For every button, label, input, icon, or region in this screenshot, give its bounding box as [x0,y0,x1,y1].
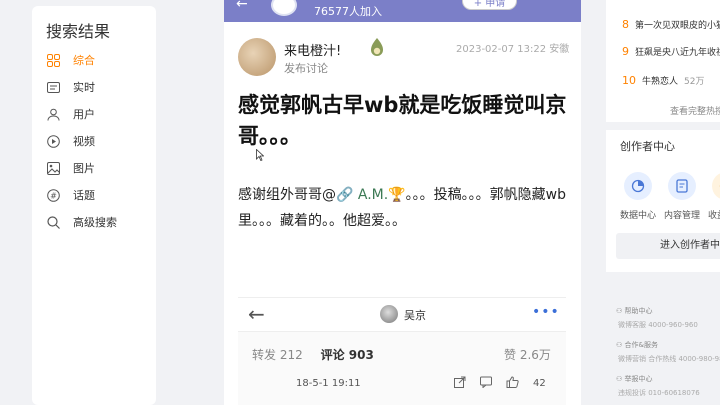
sidebar-item-label: 高级搜索 [73,216,117,229]
svg-text:#: # [50,191,57,200]
creator-item-label[interactable]: 数据中心 [620,208,656,221]
hot-heat: 52万 [684,77,705,87]
hot-text: 狂飙是央八近九年收视 [635,48,720,58]
sidebar-item-realtime[interactable]: 实时 [46,77,95,97]
sidebar-item-label: 图片 [73,162,95,175]
sidebar-item-advanced-search[interactable]: 高级搜索 [46,212,117,232]
back-arrow-icon[interactable]: ← [236,0,248,12]
embed-repost-tab: 转发 212 [252,348,303,362]
footer-title-text: 合作&服务 [624,341,658,349]
money-icon[interactable] [712,172,720,200]
sidebar-item-users[interactable]: 用户 [46,104,95,124]
post-body-pre: 感谢组外哥哥@ [238,187,336,203]
medal-badge-icon [368,37,386,59]
hot-search-row[interactable]: 9 狂飙是央八近九年收视 [622,45,720,58]
footer-links: ⚇ 帮助中心 微博客服 4000-960-960 ⚇ 合作&服务 微博营销 合作… [606,296,720,405]
help-icon: ⚇ [616,307,625,315]
embed-header: ← 吴京 ••• [238,298,566,332]
join-button[interactable]: + 申请 [462,0,517,10]
post-datetime: 2023-02-07 13:22 安徽 [456,44,570,55]
document-icon[interactable] [668,172,696,200]
footer-title-text: 帮助中心 [624,307,653,315]
hashtag-icon: # [46,188,60,202]
embed-avatar [380,305,398,323]
hot-search-more-link[interactable]: 查看完整热搜 [670,104,720,117]
cooperation-icon: ⚇ [616,341,625,349]
post-headline: 感觉郭帆古早wb就是吃饭睡觉叫京哥。。。 [238,93,567,148]
sidebar-item-images[interactable]: 图片 [46,158,95,178]
sidebar-title: 搜索结果 [46,22,111,41]
footer-section-sub[interactable]: 违规投诉 010-60618076 [618,388,700,398]
image-icon [46,161,60,175]
group-logo [271,0,297,16]
post-body: 感谢组外哥哥@🔗 A.M.🏆。。。投稿。。。郭帆隐藏wb里。。。藏着的。。他超爱… [238,182,572,234]
list-icon [46,80,60,94]
footer-section-title[interactable]: ⚇ 举报中心 [616,374,653,384]
hot-search-row[interactable]: 8 第一次见双眼皮的小猫 [622,18,720,31]
back-arrow-icon: ← [248,302,265,326]
sidebar-item-overall[interactable]: 综合 [46,50,95,70]
embed-date: 18-5-1 19:11 [296,378,361,389]
hot-rank: 8 [622,18,629,31]
more-icon: ••• [532,304,560,320]
sidebar-item-label: 用户 [73,108,95,121]
group-header: ← 76577人加入 + 申请 [224,0,581,22]
creator-item-label[interactable]: 收益 [708,208,720,221]
post-subline: 发布讨论 [284,62,328,75]
group-member-count: 76577人加入 [314,5,382,18]
embed-actions: 42 [454,376,546,391]
embed-tabs: 转发 212 评论 903 [252,346,388,363]
creator-item-label[interactable]: 内容管理 [664,208,700,221]
report-icon: ⚇ [616,375,625,383]
mention-link[interactable]: 🔗 A.M.🏆 [336,187,406,203]
pie-chart-icon[interactable] [624,172,652,200]
comment-icon [480,376,492,391]
footer-section-sub[interactable]: 微博营销 合作热线 4000-980-980 [618,354,720,364]
grid-icon [46,53,60,67]
sidebar-item-label: 综合 [73,54,95,67]
mouse-cursor-icon [256,146,265,162]
creator-center-panel: 创作者中心 数据中心 内容管理 收益 进入创作者中心 [606,130,720,272]
share-icon [454,376,466,391]
search-icon [46,215,60,229]
like-icon [506,376,519,391]
embed-author-name: 吴京 [404,309,426,322]
sidebar-item-label: 视频 [73,135,95,148]
trophy-icon: 🏆 [388,187,406,203]
enter-creator-center-button[interactable]: 进入创作者中心 [616,233,720,259]
video-icon [46,134,60,148]
embed-comment-tab: 评论 903 [320,348,374,362]
sidebar-item-label: 话题 [73,189,95,202]
hot-search-row[interactable]: 10 牛熟恋人 52万 [622,74,704,87]
like-count: 42 [533,378,546,389]
hot-search-panel: 8 第一次见双眼皮的小猫 9 狂飙是央八近九年收视 10 牛熟恋人 52万 查看完整热搜 [606,0,720,122]
hot-rank: 9 [622,45,629,58]
embedded-screenshot: ← 吴京 ••• 转发 212 评论 903 赞 2.6万 18-5-1 19:… [238,297,566,405]
search-sidebar: 搜索结果 综合 实时 用户 视频 图片 # 话题 高级搜索 [32,6,156,405]
mention-text: A.M. [357,187,389,203]
footer-section-sub[interactable]: 微博客服 4000-960-960 [618,320,698,330]
sidebar-item-label: 实时 [73,81,95,94]
footer-section-title[interactable]: ⚇ 帮助中心 [616,306,653,316]
hot-text: 第一次见双眼皮的小猫 [635,21,720,31]
post-image: ← 76577人加入 + 申请 来电橙汁! 发布讨论 2023-02-07 13… [224,0,581,405]
sidebar-item-video[interactable]: 视频 [46,131,95,151]
hot-text: 牛熟恋人 [642,77,679,87]
author-avatar[interactable] [238,38,276,76]
sidebar-item-topics[interactable]: # 话题 [46,185,95,205]
creator-center-title: 创作者中心 [620,140,675,153]
author-name[interactable]: 来电橙汁! [284,40,341,59]
link-icon: 🔗 [336,187,354,203]
left-gutter [0,0,28,405]
user-icon [46,107,60,121]
hot-rank: 10 [622,74,636,87]
embed-likes: 赞 2.6万 [504,348,551,362]
footer-title-text: 举报中心 [624,375,653,383]
footer-section-title[interactable]: ⚇ 合作&服务 [616,340,658,350]
